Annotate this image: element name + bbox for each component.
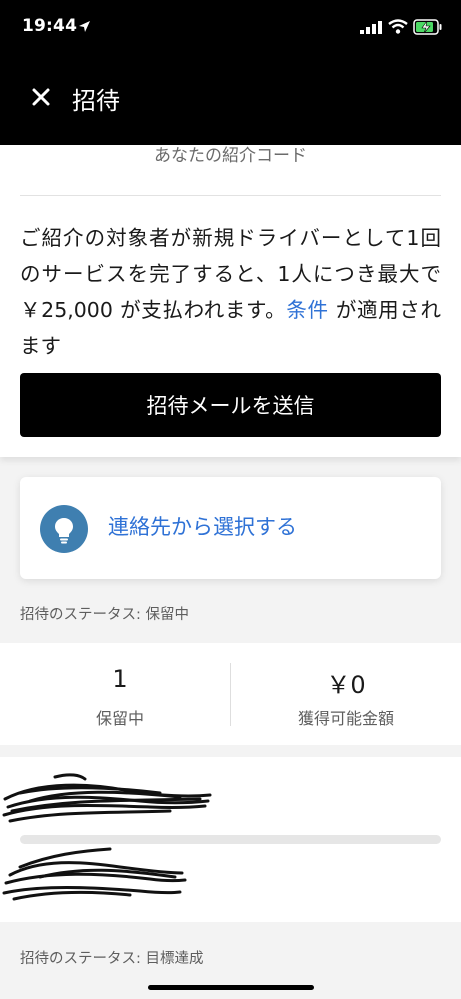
send-invite-email-label: 招待メールを送信 bbox=[146, 394, 315, 418]
close-icon[interactable] bbox=[28, 84, 54, 110]
pending-label: 保留中 bbox=[95, 709, 144, 728]
earnable-amount-label: 獲得可能金額 bbox=[297, 709, 394, 728]
signal-icon bbox=[360, 21, 382, 34]
redaction-scribble bbox=[2, 773, 212, 823]
redaction-scribble bbox=[2, 847, 187, 901]
invite-status-pending: 招待のステータス: 保留中 bbox=[20, 607, 189, 623]
location-arrow-icon bbox=[79, 21, 90, 32]
status-time: 19:44 bbox=[22, 16, 78, 36]
select-from-contacts-label: 連絡先から選択する bbox=[108, 515, 297, 539]
invite-status-achieved: 招待のステータス: 目標達成 bbox=[20, 951, 204, 967]
wifi-icon bbox=[388, 19, 408, 34]
home-indicator bbox=[148, 985, 314, 990]
select-from-contacts-button[interactable]: 連絡先から選択する bbox=[20, 477, 441, 579]
divider bbox=[20, 195, 441, 196]
referral-code-label: あなたの紹介コード bbox=[154, 146, 307, 166]
pending-count: 1 bbox=[112, 665, 128, 693]
invite-list bbox=[0, 757, 461, 922]
battery-charging-icon bbox=[413, 19, 442, 35]
send-invite-email-button[interactable]: 招待メールを送信 bbox=[20, 373, 441, 437]
terms-link[interactable]: 条件 bbox=[286, 298, 328, 322]
lightbulb-icon bbox=[40, 505, 88, 553]
earnable-amount: ￥0 bbox=[326, 671, 366, 699]
page-title: 招待 bbox=[72, 87, 120, 115]
list-separator bbox=[20, 835, 441, 844]
referral-description: ご紹介の対象者が新規ドライバーとして1回のサービスを完了すると、1人につき最大で… bbox=[20, 220, 441, 364]
stats-panel: 1 保留中 ￥0 獲得可能金額 bbox=[0, 643, 461, 745]
